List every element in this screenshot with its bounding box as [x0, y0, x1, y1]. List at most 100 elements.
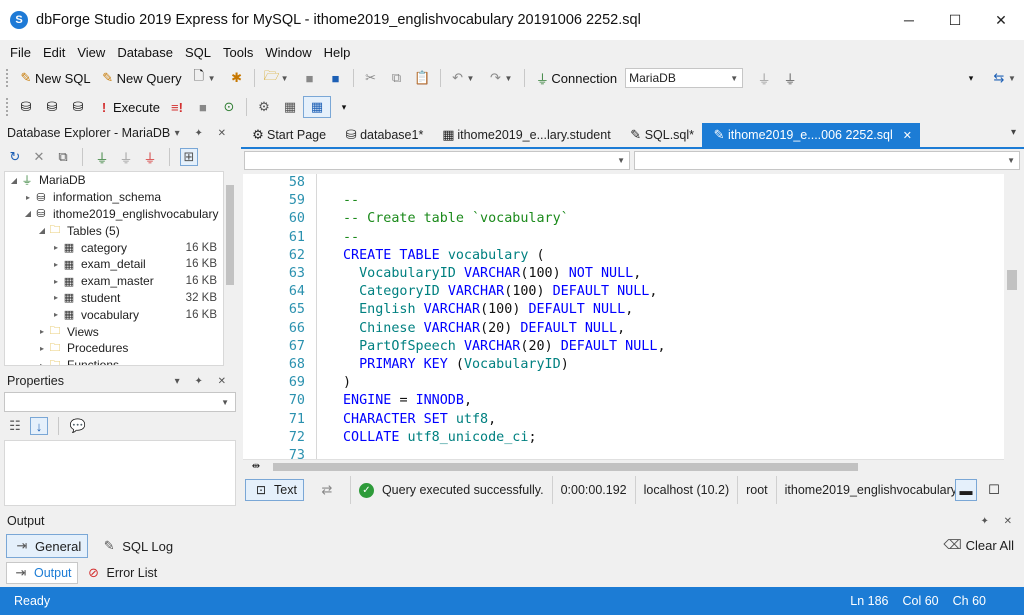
grid-button[interactable]: ▦ [277, 96, 303, 118]
code-line[interactable]: CHARACTER SET utf8, [343, 411, 496, 429]
menu-window[interactable]: Window [259, 45, 317, 60]
remove-connection-icon[interactable]: ⏚ [141, 148, 159, 166]
execute-current-button[interactable]: ≡! [164, 96, 190, 118]
table-design-button[interactable]: ▦ [302, 96, 331, 118]
code-line[interactable]: CREATE TABLE vocabulary ( [343, 247, 545, 265]
disconnect-button[interactable]: ⏚ [777, 67, 803, 89]
tree-item[interactable]: ◢ 🗀 Tables (5) [5, 222, 223, 239]
new-document-button[interactable]: 🗋 ▼ [186, 67, 224, 89]
connect-button[interactable]: ⏚ [751, 67, 777, 89]
new-connection-icon[interactable]: ⏚ [93, 148, 111, 166]
tree-item[interactable]: ▸ ▦ vocabulary 16 KB [5, 306, 223, 323]
document-tab[interactable]: ⚙ Start Page [241, 123, 334, 147]
sql-editor[interactable]: 58 59 -- 60 -- Create table `vocabulary` 61 --… [243, 174, 1004, 459]
tree-item[interactable]: ◢ ⏚ MariaDB [5, 172, 223, 189]
expand-toggle-icon[interactable]: ▸ [51, 310, 61, 319]
menu-tools[interactable]: Tools [217, 45, 259, 60]
connection-select[interactable]: MariaDB ▼ [625, 68, 744, 88]
menu-database[interactable]: Database [111, 45, 179, 60]
copy-button[interactable]: ⧉ [384, 67, 410, 89]
maximize-button[interactable]: ☐ [932, 0, 978, 40]
new-item-button[interactable]: ✱ [224, 67, 250, 89]
panel-options-icons[interactable]: ✦ ✕ [980, 516, 1018, 527]
close-button[interactable]: ✕ [978, 0, 1024, 40]
text-view-button[interactable]: ⊡ Text [245, 479, 304, 501]
expand-toggle-icon[interactable]: ▸ [51, 243, 61, 252]
scrollbar-thumb[interactable] [226, 185, 234, 285]
edit-connection-icon[interactable]: ⏚ [117, 148, 135, 166]
general-button[interactable]: ⇥ General [6, 534, 89, 558]
object-type-select[interactable]: ▼ [244, 151, 630, 170]
undo-button[interactable]: ↶ ▼ [445, 67, 483, 89]
code-line[interactable]: COLLATE utf8_unicode_ci; [343, 429, 537, 447]
cut-button[interactable]: ✂ [358, 67, 384, 89]
split-icon[interactable]: ⇹ [247, 457, 265, 475]
database-tree[interactable]: ◢ ⏚ MariaDB ▸ ⛁ information_schema ◢ ⛁ ithome201… [4, 171, 224, 366]
clear-all-button[interactable]: ⌫ Clear All [943, 534, 1014, 556]
categorized-icon[interactable]: ☷ [6, 417, 24, 435]
tab-overflow-icon[interactable]: ▾ [1011, 127, 1016, 138]
code-line[interactable]: VocabularyID VARCHAR(100) NOT NULL, [343, 265, 641, 283]
editor-vertical-scrollbar[interactable] [1004, 174, 1020, 459]
query-profiler-button[interactable]: ⚙ [251, 96, 277, 118]
database-button[interactable]: ⛁ [13, 96, 39, 118]
menu-view[interactable]: View [71, 45, 111, 60]
properties-object-select[interactable]: ▼ [4, 392, 236, 412]
scrollbar-thumb[interactable] [273, 463, 858, 471]
tree-item[interactable]: ▸ 🗀 Procedures [5, 340, 223, 357]
maximize-pane-icon[interactable]: ☐ [983, 479, 1005, 501]
refresh-icon[interactable]: ↻ [6, 148, 24, 166]
menu-file[interactable]: File [4, 45, 37, 60]
tree-item[interactable]: ▸ ▦ exam_detail 16 KB [5, 256, 223, 273]
paste-button[interactable]: 📋 [410, 67, 436, 89]
tree-item[interactable]: ◢ ⛁ ithome2019_englishvocabulary [5, 206, 223, 223]
layout-button[interactable]: ⇆ ▼ [986, 67, 1024, 89]
stop-button[interactable]: ■ [190, 96, 216, 118]
new-query-button[interactable]: ✎ New Query [95, 67, 186, 89]
database-refresh-button[interactable]: ⛁ [39, 96, 65, 118]
execution-history-button[interactable]: ⊙ [216, 96, 242, 118]
connection-button[interactable]: ⏚ Connection [529, 67, 621, 89]
execute-button[interactable]: ! Execute [91, 96, 164, 118]
code-line[interactable]: -- [343, 229, 359, 247]
tree-item[interactable]: ▸ 🗀 Views [5, 323, 223, 340]
toolbar-grip[interactable] [6, 69, 9, 87]
expand-toggle-icon[interactable]: ◢ [37, 226, 47, 235]
properties-grid[interactable] [4, 440, 236, 506]
document-tab[interactable]: ▦ ithome2019_e...lary.student [431, 123, 618, 147]
tree-item[interactable]: ▸ ⛁ information_schema [5, 189, 223, 206]
expand-toggle-icon[interactable]: ▸ [51, 277, 61, 286]
code-line[interactable]: ) [343, 374, 351, 392]
menu-edit[interactable]: Edit [37, 45, 71, 60]
menu-sql[interactable]: SQL [179, 45, 217, 60]
tree-item[interactable]: ▸ ▦ student 32 KB [5, 290, 223, 307]
results-pane-icon[interactable]: ▬ [955, 479, 977, 501]
panel-options-icons[interactable]: ▾ ✦ ✕ [175, 128, 232, 139]
minimize-button[interactable]: ─ [886, 0, 932, 40]
menu-help[interactable]: Help [318, 45, 357, 60]
collapse-icon[interactable]: ⧉ [54, 148, 72, 166]
editor-horizontal-scrollbar[interactable]: ⇹ [243, 459, 1004, 473]
toggle-results-button[interactable]: ⇄ [304, 476, 351, 504]
expand-toggle-icon[interactable]: ▸ [51, 260, 61, 269]
document-tab[interactable]: ✎ ithome2019_e....006 2252.sql ✕ [702, 123, 920, 147]
database-run-button[interactable]: ⛁ [65, 96, 91, 118]
code-line[interactable]: ENGINE = INNODB, [343, 392, 472, 410]
sql-log-button[interactable]: ✎ SQL Log [94, 534, 179, 558]
toolbar-overflow-button[interactable]: ▾ [331, 96, 357, 118]
code-line[interactable]: CategoryID VARCHAR(100) DEFAULT NULL, [343, 283, 657, 301]
code-line[interactable]: -- [343, 192, 359, 210]
code-line[interactable]: PartOfSpeech VARCHAR(20) DEFAULT NULL, [343, 338, 665, 356]
panel-options-icons[interactable]: ▾ ✦ ✕ [175, 376, 232, 387]
tab-output[interactable]: ⇥ Output [6, 562, 78, 584]
tree-item[interactable]: ▸ ▦ category 16 KB [5, 239, 223, 256]
explorer-scrollbar[interactable] [224, 171, 236, 366]
save-all-button[interactable]: ■ [323, 67, 349, 89]
filter-icon[interactable]: ⊞ [180, 148, 198, 166]
code-line[interactable]: English VARCHAR(100) DEFAULT NULL, [343, 301, 633, 319]
sort-alphabetical-icon[interactable]: ↓ [30, 417, 48, 435]
close-tab-icon[interactable]: ✕ [903, 129, 912, 142]
toolbar-grip[interactable] [6, 98, 9, 116]
document-tab[interactable]: ✎ SQL.sql* [619, 123, 702, 147]
redo-button[interactable]: ↷ ▼ [482, 67, 520, 89]
